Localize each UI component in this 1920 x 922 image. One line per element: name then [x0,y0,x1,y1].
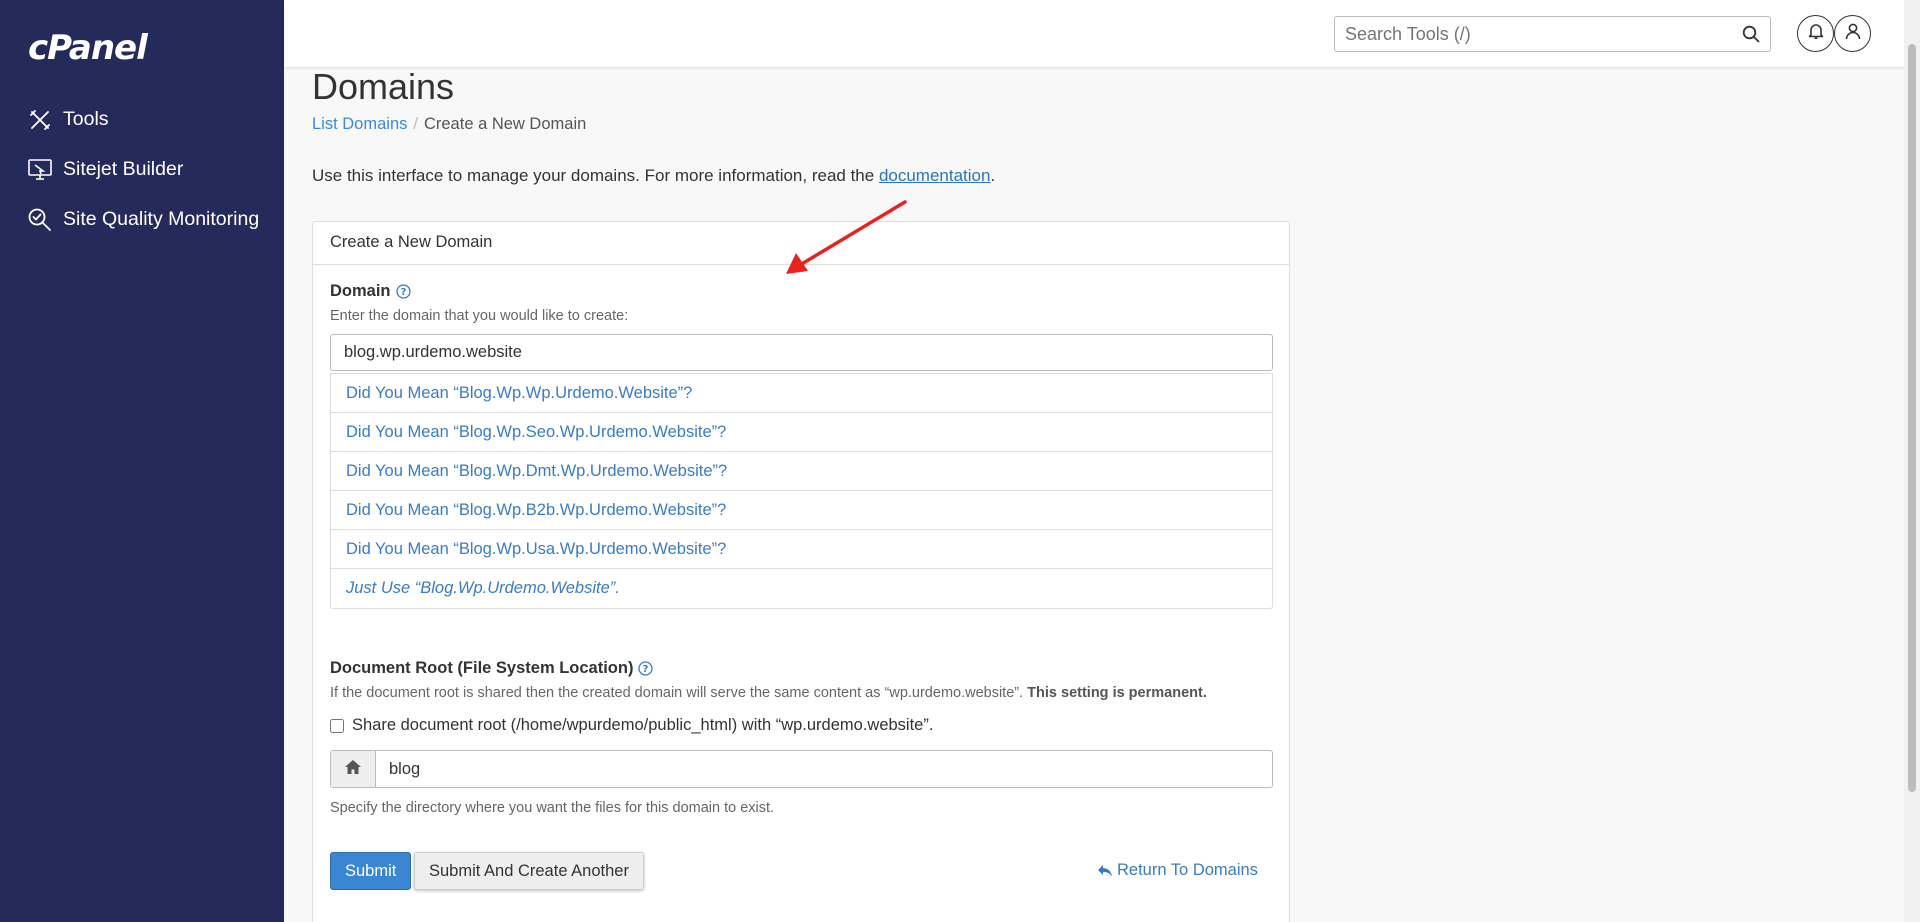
breadcrumb-separator: / [413,115,418,133]
breadcrumb-list-domains-link[interactable]: List Domains [312,115,407,133]
sidebar-item-site-quality-monitoring[interactable]: Site Quality Monitoring [0,200,284,240]
docroot-hint-text: If the document root is shared then the … [330,685,1028,701]
suggestion-item[interactable]: Did You Mean “Blog.Wp.Dmt.Wp.Urdemo.Webs… [331,452,1272,491]
docroot-hint: If the document root is shared then the … [330,685,1207,701]
create-domain-panel: Create a New Domain Domain ? Enter the d… [312,221,1290,922]
user-icon [1844,22,1862,45]
share-docroot-row[interactable]: Share document root (/home/wpurdemo/publ… [330,716,933,735]
domain-input[interactable] [330,334,1273,371]
bell-icon [1808,22,1824,45]
search-input[interactable] [1335,17,1725,51]
sidebar-nav: Tools Sitejet Builder Site Quality Monit… [0,100,284,250]
sidebar-item-tools[interactable]: Tools [0,100,284,140]
domain-hint: Enter the domain that you would like to … [330,308,629,324]
return-to-domains-label: Return To Domains [1117,861,1258,879]
docroot-help-text: Specify the directory where you want the… [330,800,775,816]
docroot-addon [331,751,376,787]
sidebar-item-label: Sitejet Builder [63,158,184,180]
suggestion-item[interactable]: Did You Mean “Blog.Wp.Seo.Wp.Urdemo.Webs… [331,413,1272,452]
intro-text: Use this interface to manage your domain… [312,166,995,186]
intro-suffix: . [990,166,996,185]
scrollbar-thumb[interactable] [1908,44,1916,792]
site-quality-icon [26,206,54,234]
docroot-label-text: Document Root (File System Location) [330,659,634,677]
docroot-label: Document Root (File System Location) ? [330,659,654,678]
cpanel-logo[interactable]: cPanel [28,28,148,68]
tools-icon [26,106,54,134]
search-icon[interactable] [1742,25,1760,48]
intro-prefix: Use this interface to manage your domain… [312,166,879,185]
docroot-input[interactable] [376,751,1272,787]
share-docroot-checkbox[interactable] [330,718,344,733]
just-use-suggestion[interactable]: Just Use “Blog.Wp.Urdemo.Website”. [331,569,1272,608]
suggestion-item[interactable]: Did You Mean “Blog.Wp.B2b.Wp.Urdemo.Webs… [331,491,1272,530]
suggestion-item[interactable]: Did You Mean “Blog.Wp.Wp.Urdemo.Website”… [331,374,1272,413]
svg-text:?: ? [643,664,649,675]
sidebar: cPanel Tools Sitejet Builder Site Qualit… [0,0,284,922]
sidebar-item-sitejet-builder[interactable]: Sitejet Builder [0,150,284,190]
sidebar-item-label: Site Quality Monitoring [63,208,260,230]
domain-label-text: Domain [330,282,391,300]
reply-arrow-icon [1097,864,1113,878]
return-to-domains-link[interactable]: Return To Domains [1097,861,1258,880]
sitejet-icon [26,156,54,184]
top-bar [284,0,1920,67]
submit-and-create-another-button[interactable]: Submit And Create Another [414,852,644,890]
help-icon[interactable]: ? [395,284,411,299]
domain-suggestions-list: Did You Mean “Blog.Wp.Wp.Urdemo.Website”… [330,373,1273,609]
docroot-permanent-warning: This setting is permanent. [1027,685,1207,701]
suggestion-item[interactable]: Did You Mean “Blog.Wp.Usa.Wp.Urdemo.Webs… [331,530,1272,569]
search-box [1334,16,1771,52]
page-title: Domains [312,66,455,107]
share-docroot-label: Share document root (/home/wpurdemo/publ… [352,716,934,734]
documentation-link[interactable]: documentation [879,166,991,185]
svg-text:?: ? [400,287,406,298]
home-icon [344,759,362,780]
submit-button[interactable]: Submit [330,852,412,890]
domain-label: Domain ? [330,282,411,301]
docroot-input-group [330,750,1273,788]
annotation-arrow [786,200,907,274]
sidebar-item-label: Tools [63,108,109,130]
breadcrumb: List Domains / Create a New Domain [312,114,586,134]
page-scrollbar[interactable] [1904,0,1920,922]
user-menu-button[interactable] [1834,15,1871,52]
notifications-button[interactable] [1797,15,1834,52]
help-icon[interactable]: ? [638,661,654,676]
breadcrumb-current: Create a New Domain [423,115,587,133]
